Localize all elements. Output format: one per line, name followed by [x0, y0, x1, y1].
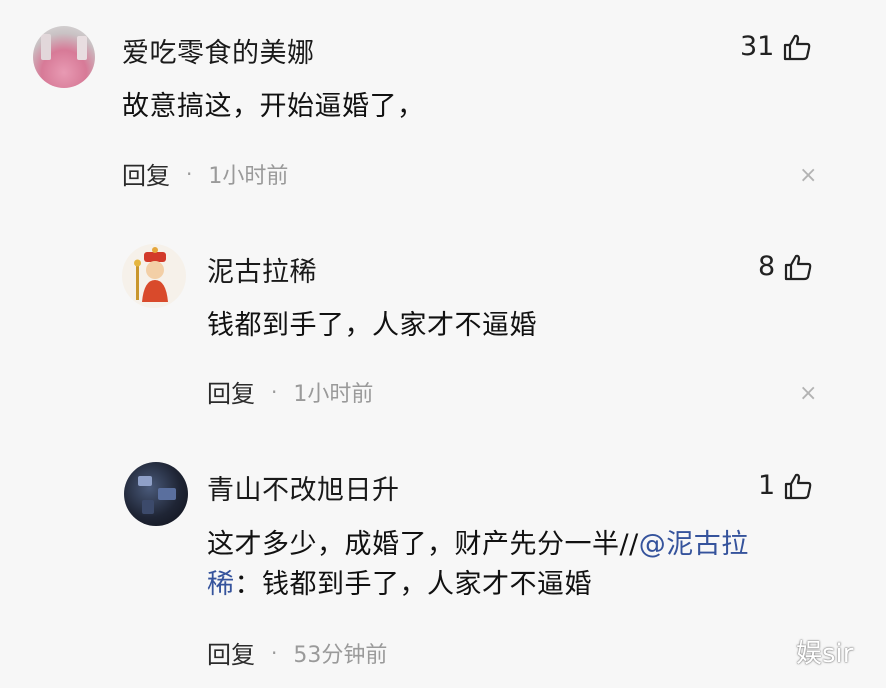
- close-icon[interactable]: ×: [799, 381, 817, 406]
- avatar[interactable]: [122, 244, 186, 308]
- reply-button[interactable]: 回复: [122, 156, 170, 191]
- thumbs-up-icon[interactable]: [782, 32, 812, 62]
- reply-button[interactable]: 回复: [207, 635, 255, 670]
- comment-text: 故意搞这，开始逼婚了，: [122, 91, 425, 122]
- comment-username[interactable]: 青山不改旭日升: [207, 468, 400, 507]
- comment-text-plain: ：钱都到手了，人家才不逼婚: [234, 569, 592, 600]
- like-count: 8: [758, 251, 776, 282]
- comment-text-line-2: 稀：钱都到手了，人家才不逼婚: [207, 565, 592, 605]
- separator-dot: ·: [271, 379, 278, 404]
- comment-text-plain: 这才多少，成婚了，财产先分一半//: [207, 529, 639, 560]
- avatar[interactable]: [33, 26, 95, 88]
- timestamp: 53分钟前: [293, 642, 388, 668]
- thumbs-up-icon[interactable]: [783, 252, 813, 282]
- comment-text: 钱都到手了，人家才不逼婚: [207, 310, 537, 341]
- like-count: 31: [740, 31, 775, 62]
- reply-button[interactable]: 回复: [207, 374, 255, 409]
- like-button[interactable]: 8: [758, 251, 813, 282]
- like-button[interactable]: 1: [758, 470, 813, 501]
- comment-username[interactable]: 泥古拉稀: [207, 250, 317, 289]
- avatar[interactable]: [124, 462, 188, 526]
- watermark: 娱sir: [796, 639, 854, 669]
- thumbs-up-icon[interactable]: [783, 471, 813, 501]
- comment-username[interactable]: 爱吃零食的美娜: [122, 31, 315, 70]
- mention-link[interactable]: @泥古拉: [639, 529, 749, 560]
- separator-dot: ·: [186, 161, 193, 186]
- timestamp: 1小时前: [208, 163, 289, 189]
- comment-text-line-1: 这才多少，成婚了，财产先分一半//@泥古拉: [207, 525, 749, 565]
- timestamp: 1小时前: [293, 381, 374, 407]
- like-button[interactable]: 31: [740, 31, 812, 62]
- like-count: 1: [758, 470, 776, 501]
- close-icon[interactable]: ×: [799, 163, 817, 188]
- mention-link[interactable]: 稀: [207, 569, 235, 600]
- separator-dot: ·: [271, 640, 278, 665]
